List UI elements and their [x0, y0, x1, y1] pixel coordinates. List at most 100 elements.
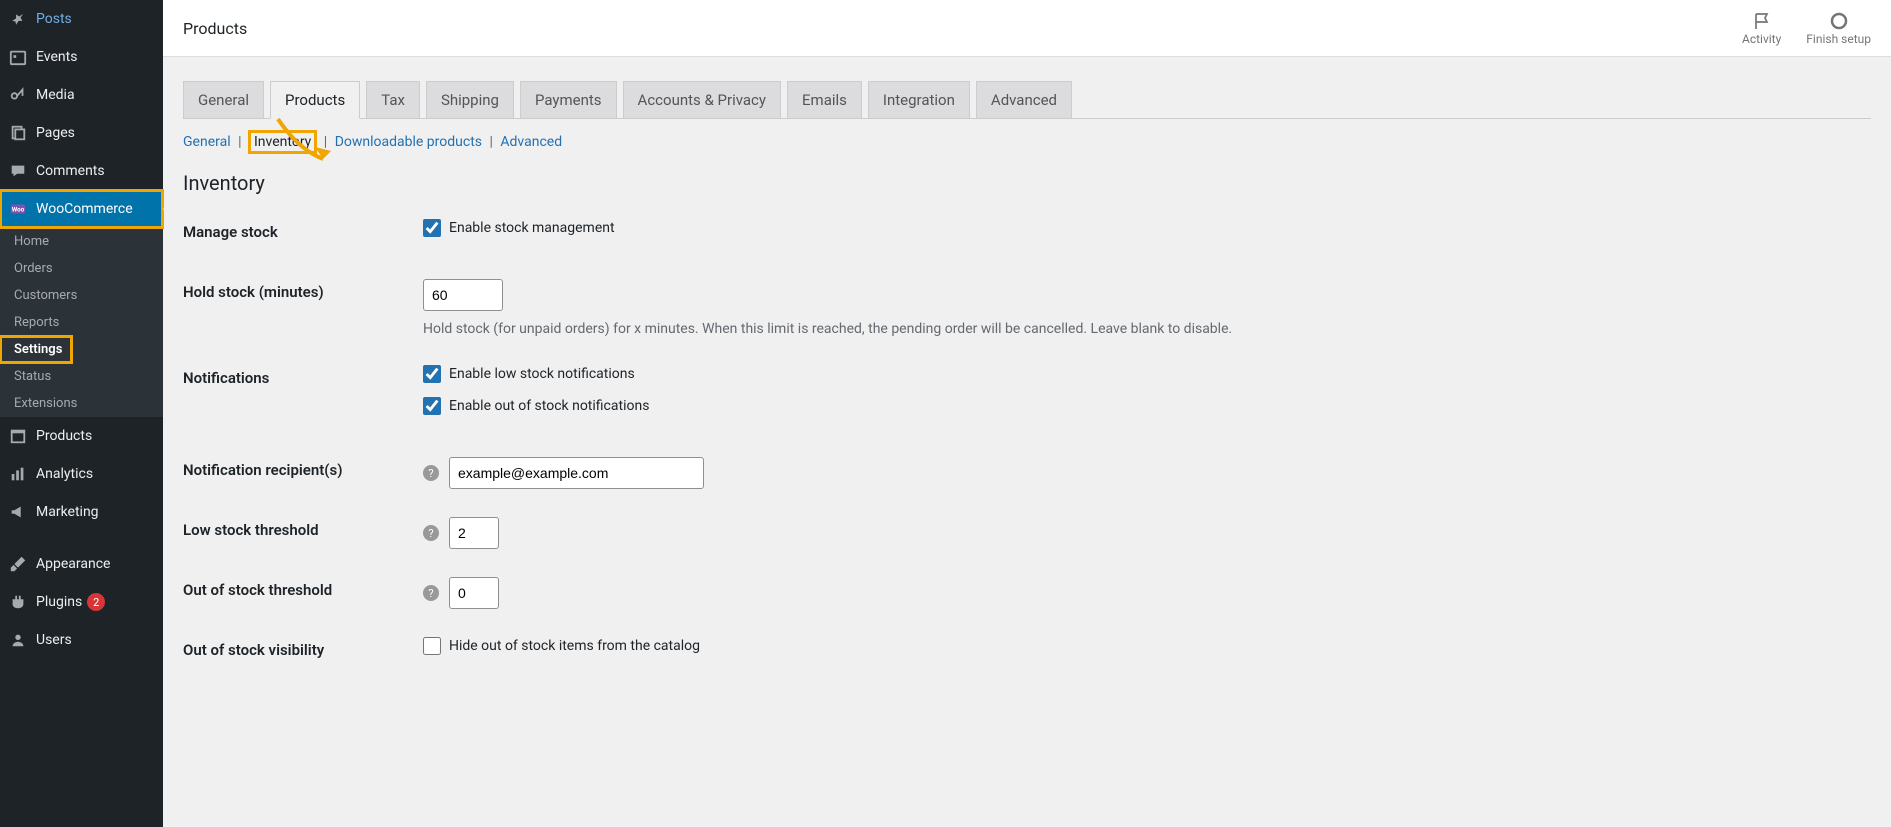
pages-icon — [8, 123, 28, 143]
subtab-advanced[interactable]: Advanced — [500, 134, 562, 150]
sidebar-label: Events — [36, 49, 77, 65]
sidebar-label: Media — [36, 87, 75, 103]
main-content: Products Activity Finish setup General P… — [163, 0, 1891, 827]
label-manage-stock: Manage stock — [183, 219, 423, 241]
sidebar-item-media[interactable]: Media — [0, 76, 163, 114]
input-out-threshold[interactable] — [449, 577, 499, 609]
subtab-inventory[interactable]: Inventory — [249, 131, 316, 153]
product-subtabs: General | Inventory | Downloadable produ… — [183, 131, 1871, 153]
action-label: Activity — [1742, 32, 1781, 46]
settings-tabs: General Products Tax Shipping Payments A… — [183, 81, 1871, 119]
update-badge: 2 — [87, 593, 105, 611]
brush-icon — [8, 554, 28, 574]
tab-advanced[interactable]: Advanced — [976, 81, 1072, 118]
field-notifications: Notifications Enable low stock notificat… — [183, 365, 1871, 429]
page-title: Products — [183, 19, 247, 38]
checkbox-out-stock-notify[interactable] — [423, 397, 441, 415]
label-out-threshold: Out of stock threshold — [183, 577, 423, 599]
sidebar-item-plugins[interactable]: Plugins 2 — [0, 583, 163, 621]
svg-text:Woo: Woo — [12, 206, 25, 214]
checkbox-manage-stock[interactable] — [423, 219, 441, 237]
sidebar-sub-home[interactable]: Home — [0, 228, 163, 255]
chart-icon — [8, 464, 28, 484]
input-low-threshold[interactable] — [449, 517, 499, 549]
field-recipients: Notification recipient(s) ? — [183, 457, 1871, 489]
sidebar-item-woocommerce[interactable]: Woo WooCommerce — [0, 190, 163, 228]
checkbox-low-stock-notify[interactable] — [423, 365, 441, 383]
megaphone-icon — [8, 502, 28, 522]
media-icon — [8, 85, 28, 105]
sidebar-label: Analytics — [36, 466, 93, 482]
settings-content: General Products Tax Shipping Payments A… — [163, 57, 1891, 721]
sidebar-label: Pages — [36, 125, 75, 141]
label-hold-stock: Hold stock (minutes) — [183, 279, 423, 301]
tab-payments[interactable]: Payments — [520, 81, 617, 118]
admin-sidebar: Posts Events Media Pages Comments Woo Wo… — [0, 0, 163, 827]
tab-accounts[interactable]: Accounts & Privacy — [623, 81, 781, 118]
help-icon[interactable]: ? — [423, 585, 439, 601]
comment-icon — [8, 161, 28, 181]
flag-icon — [1752, 10, 1772, 32]
checkbox-label: Enable out of stock notifications — [449, 398, 649, 414]
sidebar-label: Users — [36, 632, 72, 648]
help-icon[interactable]: ? — [423, 465, 439, 481]
plugin-icon — [8, 592, 28, 612]
topbar: Products Activity Finish setup — [163, 0, 1891, 57]
sidebar-label: Marketing — [36, 504, 99, 520]
sidebar-sub-status[interactable]: Status — [0, 363, 163, 390]
label-recipients: Notification recipient(s) — [183, 457, 423, 479]
checkbox-label: Enable stock management — [449, 220, 615, 236]
tab-products[interactable]: Products — [270, 81, 360, 119]
sidebar-label: Plugins — [36, 594, 82, 610]
sidebar-item-posts[interactable]: Posts — [0, 0, 163, 38]
help-hold-stock: Hold stock (for unpaid orders) for x min… — [423, 321, 1871, 337]
subtab-general[interactable]: General — [183, 134, 231, 150]
sidebar-label: Appearance — [36, 556, 110, 572]
calendar-icon — [8, 47, 28, 67]
tab-integration[interactable]: Integration — [868, 81, 970, 118]
field-out-threshold: Out of stock threshold ? — [183, 577, 1871, 609]
help-icon[interactable]: ? — [423, 525, 439, 541]
tab-tax[interactable]: Tax — [366, 81, 420, 118]
label-notifications: Notifications — [183, 365, 423, 387]
subtab-downloadable[interactable]: Downloadable products — [335, 134, 482, 150]
sidebar-item-analytics[interactable]: Analytics — [0, 455, 163, 493]
sidebar-sub-orders[interactable]: Orders — [0, 255, 163, 282]
tab-shipping[interactable]: Shipping — [426, 81, 514, 118]
sidebar-sub-settings[interactable]: Settings — [0, 336, 72, 363]
checkbox-label: Hide out of stock items from the catalog — [449, 638, 700, 654]
sidebar-label: Products — [36, 428, 92, 444]
sidebar-item-pages[interactable]: Pages — [0, 114, 163, 152]
sidebar-item-marketing[interactable]: Marketing — [0, 493, 163, 531]
section-heading: Inventory — [183, 171, 1871, 195]
field-visibility: Out of stock visibility Hide out of stoc… — [183, 637, 1871, 669]
circle-icon — [1829, 10, 1849, 32]
sidebar-item-events[interactable]: Events — [0, 38, 163, 76]
sidebar-sub-reports[interactable]: Reports — [0, 309, 163, 336]
input-recipients[interactable] — [449, 457, 704, 489]
action-label: Finish setup — [1806, 32, 1871, 46]
woocommerce-icon: Woo — [8, 199, 28, 219]
archive-icon — [8, 426, 28, 446]
label-low-threshold: Low stock threshold — [183, 517, 423, 539]
sidebar-label: Comments — [36, 163, 105, 179]
field-hold-stock: Hold stock (minutes) Hold stock (for unp… — [183, 279, 1871, 337]
label-visibility: Out of stock visibility — [183, 637, 423, 659]
activity-button[interactable]: Activity — [1742, 10, 1781, 46]
tab-emails[interactable]: Emails — [787, 81, 862, 118]
sidebar-item-products[interactable]: Products — [0, 417, 163, 455]
sidebar-submenu: Home Orders Customers Reports Settings S… — [0, 228, 163, 417]
input-hold-stock[interactable] — [423, 279, 503, 311]
checkbox-hide-out-of-stock[interactable] — [423, 637, 441, 655]
sidebar-item-users[interactable]: Users — [0, 621, 163, 659]
field-low-threshold: Low stock threshold ? — [183, 517, 1871, 549]
pin-icon — [8, 9, 28, 29]
sidebar-item-comments[interactable]: Comments — [0, 152, 163, 190]
tab-general[interactable]: General — [183, 81, 264, 118]
sidebar-item-appearance[interactable]: Appearance — [0, 545, 163, 583]
sidebar-sub-extensions[interactable]: Extensions — [0, 390, 163, 417]
field-manage-stock: Manage stock Enable stock management — [183, 219, 1871, 251]
user-icon — [8, 630, 28, 650]
finish-setup-button[interactable]: Finish setup — [1806, 10, 1871, 46]
sidebar-sub-customers[interactable]: Customers — [0, 282, 163, 309]
